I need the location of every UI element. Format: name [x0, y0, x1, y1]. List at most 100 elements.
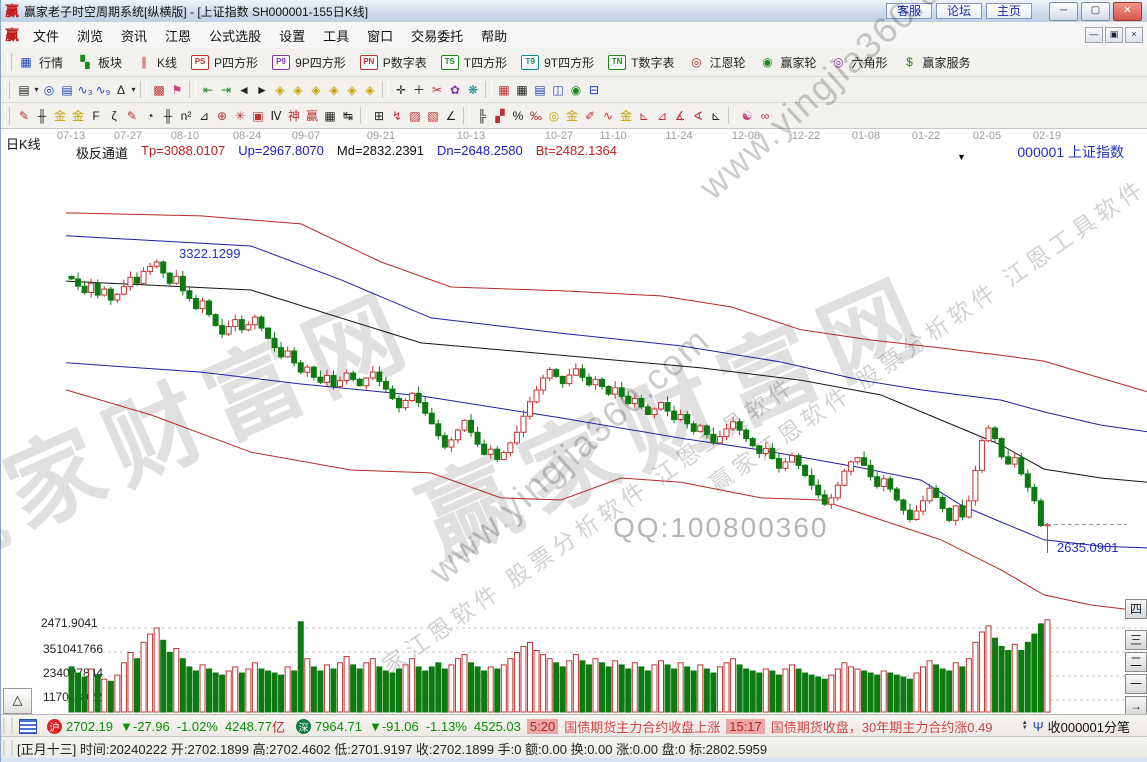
tool-icon[interactable]: ◎ — [545, 107, 563, 124]
tool-icon[interactable]: ╫ — [33, 107, 51, 124]
tool-icon[interactable]: ◔ — [141, 107, 159, 124]
tool-icon[interactable]: ▦ — [513, 81, 531, 98]
tool-icon[interactable]: ◈ — [325, 81, 343, 98]
tool-icon[interactable]: ▤ — [58, 81, 76, 98]
tool-icon[interactable]: ╫ — [159, 107, 177, 124]
tool-icon[interactable]: % — [509, 107, 527, 124]
child-minimize-button[interactable]: — — [1085, 27, 1103, 43]
pane-layout-button[interactable]: 四 — [1125, 599, 1147, 619]
menu-item[interactable]: 交易委托 — [402, 23, 472, 48]
toolbar-button[interactable]: ◉ 赢家轮 — [758, 54, 816, 71]
tool-icon[interactable]: n² — [177, 107, 195, 124]
tool-icon[interactable] — [140, 81, 147, 98]
toolbar-button[interactable]: ▚ 板块 — [76, 54, 122, 71]
tool-icon[interactable]: ▤ — [531, 81, 549, 98]
tool-icon[interactable]: ∿₃ — [76, 81, 94, 98]
tool-icon[interactable]: ✎ — [123, 107, 141, 124]
ticker-spinner[interactable]: ▲ ▼ — [1022, 721, 1028, 731]
statusbar-grip[interactable] — [3, 740, 13, 756]
menu-item[interactable]: 文件 — [24, 23, 68, 48]
close-button[interactable]: ✕ — [1113, 2, 1142, 21]
toolbar-button[interactable]: ◎ 江恩轮 — [687, 54, 745, 71]
tool-icon[interactable]: Δ — [112, 81, 130, 98]
news-item[interactable]: 5:20 国债期货主力合约收盘上涨 — [521, 717, 720, 736]
titlebar-link-button[interactable]: 主页 — [986, 3, 1032, 19]
menu-item[interactable]: 浏览 — [68, 23, 112, 48]
toolbar-button[interactable]: ▦ 行情 — [17, 54, 63, 71]
tool-icon[interactable]: ◉ — [567, 81, 585, 98]
tool-icon[interactable]: ╠ — [473, 107, 491, 124]
tool-icon[interactable]: ⊟ — [585, 81, 603, 98]
toolbar-button[interactable]: ◎ 六角形 — [830, 54, 888, 71]
tool-icon[interactable]: 赢 — [303, 107, 321, 124]
tool-icon[interactable] — [189, 81, 196, 98]
tool-icon[interactable]: ⊞ — [370, 107, 388, 124]
toolbar-button[interactable]: TN T数字表 — [607, 54, 674, 71]
pane-layout-button[interactable]: 一 — [1125, 674, 1147, 694]
news-item[interactable]: 15:17 国债期货收盘，30年期主力合约涨0.49 — [720, 717, 992, 736]
tool-icon[interactable] — [728, 107, 735, 124]
menu-item[interactable]: 公式选股 — [200, 23, 270, 48]
news-ticker[interactable]: 5:20 国债期货主力合约收盘上涨 15:17 国债期货收盘，30年期主力合约涨… — [521, 717, 993, 736]
menu-item[interactable]: 江恩 — [156, 23, 200, 48]
tool-icon[interactable]: ◈ — [307, 81, 325, 98]
pane-layout-button[interactable]: → — [1125, 696, 1147, 716]
tool-icon[interactable]: ▤ — [15, 81, 33, 98]
tool-icon[interactable]: ✛ — [392, 81, 410, 98]
tool-icon[interactable]: ∿₉ — [94, 81, 112, 98]
tool-icon[interactable]: ◈ — [289, 81, 307, 98]
tool-icon[interactable]: ∞ — [756, 107, 774, 124]
tool-icon[interactable]: ▧ — [424, 107, 442, 124]
tool-icon[interactable]: 金 — [563, 107, 581, 124]
tool-icon[interactable]: ∡ — [671, 107, 689, 124]
tool-icon[interactable]: ∠ — [442, 107, 460, 124]
tool-icon[interactable]: ◈ — [361, 81, 379, 98]
tool-icon[interactable]: ◈ — [343, 81, 361, 98]
toolbar-button[interactable]: TS T四方形 — [440, 54, 507, 71]
tool-icon[interactable]: ⊿ — [653, 107, 671, 124]
menu-item[interactable]: 帮助 — [472, 23, 516, 48]
tool-icon[interactable]: ◈ — [271, 81, 289, 98]
tool-icon[interactable]: ⊕ — [213, 107, 231, 124]
menu-item[interactable]: 工具 — [314, 23, 358, 48]
toolbar-button[interactable]: $ 赢家服务 — [901, 54, 971, 71]
toolbar-drag-handle[interactable] — [5, 81, 10, 99]
minimize-button[interactable]: ─ — [1049, 2, 1078, 21]
tool-icon[interactable]: ↹ — [339, 107, 357, 124]
tool-icon[interactable]: ⚑ — [168, 81, 186, 98]
menu-item[interactable]: 设置 — [270, 23, 314, 48]
tool-icon[interactable]: ▾ — [33, 81, 40, 98]
tool-icon[interactable] — [485, 81, 492, 98]
toolbar-drag-handle[interactable] — [7, 53, 12, 71]
tool-icon[interactable]: ∿ — [599, 107, 617, 124]
tool-icon[interactable]: 神 — [285, 107, 303, 124]
tool-icon[interactable]: ✂ — [428, 81, 446, 98]
tool-icon[interactable]: ▩ — [150, 81, 168, 98]
child-close-button[interactable]: × — [1125, 27, 1143, 43]
tool-icon[interactable]: ◫ — [549, 81, 567, 98]
statusbar-grip[interactable] — [3, 718, 13, 734]
tool-icon[interactable]: ▾ — [130, 81, 137, 98]
child-restore-button[interactable]: ▣ — [1105, 27, 1123, 43]
tool-icon[interactable]: ⇤ — [199, 81, 217, 98]
titlebar-link-button[interactable]: 论坛 — [936, 3, 982, 19]
tool-icon[interactable]: ✐ — [581, 107, 599, 124]
tool-icon[interactable]: ◎ — [40, 81, 58, 98]
tool-icon[interactable]: ▣ — [249, 107, 267, 124]
tool-icon[interactable]: F — [87, 107, 105, 124]
tool-icon[interactable]: ▨ — [406, 107, 424, 124]
tool-icon[interactable] — [360, 107, 367, 124]
tool-icon[interactable]: ✎ — [15, 107, 33, 124]
toolbar-button[interactable]: ∥ K线 — [135, 54, 177, 71]
titlebar-link-button[interactable]: 客服 — [886, 3, 932, 19]
toolbar-button[interactable]: PS P四方形 — [190, 54, 258, 71]
tool-icon[interactable] — [382, 81, 389, 98]
tool-icon[interactable]: ✿ — [446, 81, 464, 98]
tool-icon[interactable]: ▦ — [495, 81, 513, 98]
tool-icon[interactable]: ⊾ — [707, 107, 725, 124]
tool-icon[interactable]: ✳ — [231, 107, 249, 124]
tool-icon[interactable]: ↯ — [388, 107, 406, 124]
tool-icon[interactable]: 金 — [51, 107, 69, 124]
tool-icon[interactable]: ❋ — [464, 81, 482, 98]
restore-button[interactable]: ▢ — [1081, 2, 1110, 21]
